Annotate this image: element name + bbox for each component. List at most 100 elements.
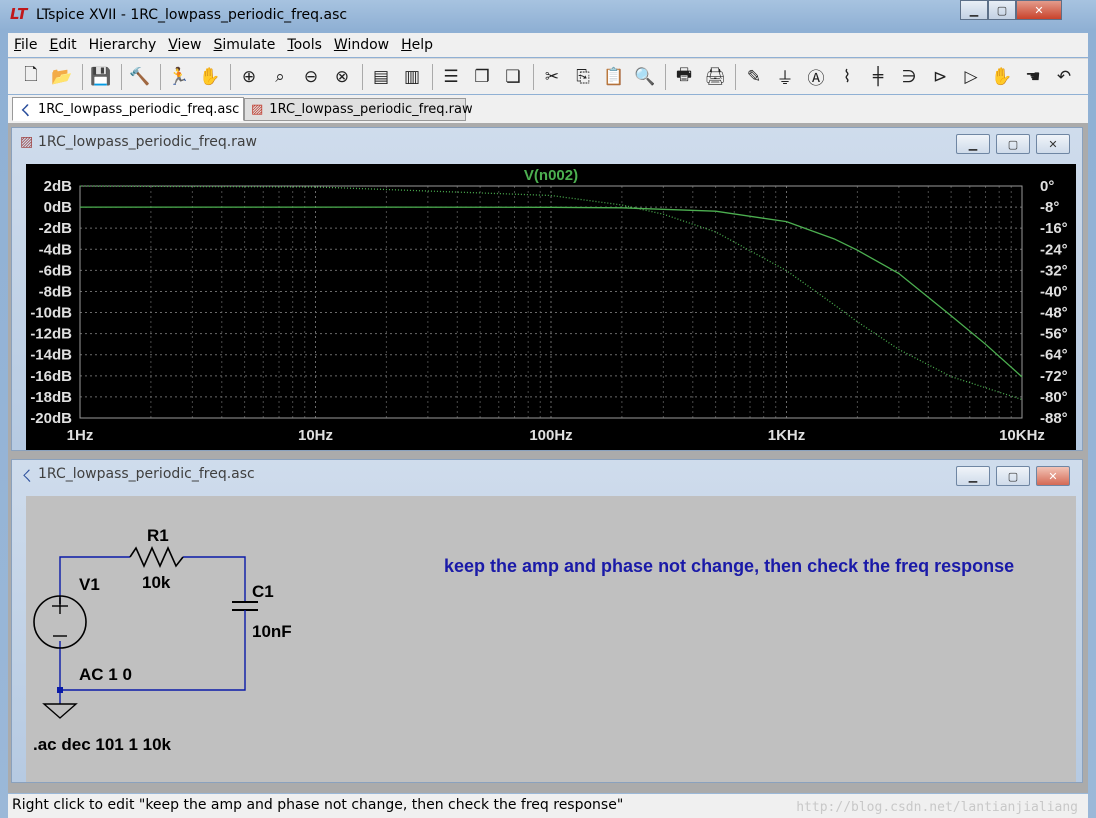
- maximize-button[interactable]: ▢: [996, 466, 1030, 486]
- v1-name-label[interactable]: V1: [79, 575, 100, 594]
- window-title: LTspice XVII - 1RC_lowpass_periodic_freq…: [36, 7, 348, 23]
- y-right-tick-label: -16°: [1040, 220, 1068, 237]
- print-setup-icon[interactable]: 🖨: [702, 64, 728, 90]
- paste-icon[interactable]: 📋: [601, 64, 627, 90]
- pan-icon[interactable]: ⌕: [267, 64, 293, 90]
- ltspice-window: LT LTspice XVII - 1RC_lowpass_periodic_f…: [0, 0, 1096, 818]
- drag-icon[interactable]: ☚: [1020, 64, 1046, 90]
- component-icon[interactable]: ▷: [958, 64, 984, 90]
- tile-vertical-icon[interactable]: ❏: [500, 64, 526, 90]
- zoom-in-icon[interactable]: ⊕: [236, 64, 262, 90]
- window-controls: ▁ ▢ ✕: [960, 0, 1062, 20]
- tab-waveform[interactable]: ▨ 1RC_lowpass_periodic_freq.raw: [244, 98, 473, 121]
- capacitor-c1[interactable]: [232, 601, 258, 615]
- menu-view[interactable]: View: [162, 37, 207, 53]
- menu-edit[interactable]: Edit: [43, 37, 82, 53]
- toolbar-separator: [230, 63, 231, 90]
- inductor-icon[interactable]: ∋: [896, 64, 922, 90]
- schematic-window-title: 1RC_lowpass_periodic_freq.asc: [38, 466, 255, 482]
- control-panel-icon[interactable]: 🔨: [127, 64, 153, 90]
- waveform-plot[interactable]: 1Hz 10Hz 100Hz 1KHz 10KHz 2dB 0dB -2dB -4dB -6dB -…: [26, 164, 1076, 450]
- ac-directive[interactable]: .ac dec 101 1 10k: [33, 735, 172, 754]
- x-tick-label: 10Hz: [298, 427, 333, 444]
- menu-hierarchy[interactable]: Hierarchy: [83, 37, 163, 53]
- y-left-tick-label: -10dB: [30, 305, 72, 322]
- v1-value-label[interactable]: AC 1 0: [79, 665, 132, 684]
- y-left-tick-label: -8dB: [39, 283, 73, 300]
- status-text: Right click to edit "keep the amp and ph…: [12, 797, 624, 813]
- schematic-window: ㄑ 1RC_lowpass_periodic_freq.asc ▁ ▢ ✕ R1…: [11, 459, 1083, 783]
- schematic-canvas[interactable]: R1 10k C1 10nF V1 AC 1 0 .ac dec 101 1 1…: [26, 496, 1076, 782]
- find-icon[interactable]: 🔍: [632, 64, 658, 90]
- label-net-icon[interactable]: Ⓐ: [803, 64, 829, 90]
- print-icon[interactable]: 🖶: [671, 64, 697, 90]
- maximize-button[interactable]: ▢: [988, 0, 1016, 20]
- minimize-button[interactable]: ▁: [960, 0, 988, 20]
- menu-file[interactable]: File: [8, 37, 43, 53]
- toolbar-separator: [362, 63, 363, 90]
- y-right-tick-label: -32°: [1040, 262, 1068, 279]
- r1-name-label[interactable]: R1: [147, 526, 169, 545]
- menu-simulate[interactable]: Simulate: [208, 37, 282, 53]
- ground-icon[interactable]: ⏚: [772, 64, 798, 90]
- ltspice-logo-icon: LT: [10, 5, 28, 23]
- minimize-button[interactable]: ▁: [956, 466, 990, 486]
- new-schematic-icon[interactable]: 🗋: [18, 64, 44, 90]
- wire[interactable]: [183, 556, 246, 602]
- y-right-tick-label: -48°: [1040, 305, 1068, 322]
- wire-icon[interactable]: ✎: [741, 64, 767, 90]
- copy-icon[interactable]: ⎘: [570, 64, 596, 90]
- y-left-tick-label: 0dB: [44, 199, 73, 216]
- r1-value-label[interactable]: 10k: [142, 573, 171, 592]
- undo-icon[interactable]: ↶: [1051, 64, 1077, 90]
- cascade-icon[interactable]: ❐: [469, 64, 495, 90]
- capacitor-icon[interactable]: ╪: [865, 64, 891, 90]
- tab-label: 1RC_lowpass_periodic_freq.raw: [269, 102, 473, 117]
- schematic-drawing: R1 10k C1 10nF V1 AC 1 0 .ac dec 101 1 1…: [33, 526, 1014, 754]
- mdi-workspace: ▨ 1RC_lowpass_periodic_freq.raw ▁ ▢ ✕ 1H…: [8, 123, 1088, 793]
- y-right-tick-label: -88°: [1040, 410, 1068, 427]
- ground-symbol[interactable]: [42, 703, 78, 719]
- close-button[interactable]: ✕: [1036, 134, 1070, 154]
- tab-schematic[interactable]: ㄑ 1RC_lowpass_periodic_freq.asc: [12, 97, 244, 121]
- trace-title: V(n002): [524, 167, 578, 184]
- resistor-r1[interactable]: [129, 546, 184, 568]
- close-button[interactable]: ✕: [1016, 0, 1062, 20]
- y-right-tick-label: -72°: [1040, 368, 1068, 385]
- run-icon[interactable]: 🏃: [166, 64, 192, 90]
- halt-icon[interactable]: ✋: [197, 64, 223, 90]
- cut-icon[interactable]: ✂: [539, 64, 565, 90]
- x-tick-label: 10KHz: [999, 427, 1045, 444]
- close-button[interactable]: ✕: [1036, 466, 1070, 486]
- y-left-tick-label: -6dB: [39, 262, 73, 279]
- c1-value-label[interactable]: 10nF: [252, 622, 292, 641]
- menu-window[interactable]: Window: [328, 37, 395, 53]
- junction-dot: [57, 687, 63, 693]
- save-icon[interactable]: 💾: [88, 64, 114, 90]
- waveform-icon: ▨: [20, 134, 34, 150]
- resistor-icon[interactable]: ⌇: [834, 64, 860, 90]
- open-icon[interactable]: 📂: [49, 64, 75, 90]
- zoom-out-icon[interactable]: ⊖: [298, 64, 324, 90]
- minimize-button[interactable]: ▁: [956, 134, 990, 154]
- toolbar-separator: [533, 63, 534, 90]
- y-right-tick-label: -64°: [1040, 347, 1068, 364]
- delete-trace-icon[interactable]: ▥: [399, 64, 425, 90]
- waveform-window-title: 1RC_lowpass_periodic_freq.raw: [38, 134, 257, 150]
- watermark: http://blog.csdn.net/lantianjialiang: [796, 800, 1078, 815]
- menu-bar: File Edit Hierarchy View Simulate Tools Window…: [8, 33, 1088, 57]
- y-right-tick-label: -80°: [1040, 389, 1068, 406]
- waveform-window: ▨ 1RC_lowpass_periodic_freq.raw ▁ ▢ ✕ 1H…: [11, 127, 1083, 451]
- move-icon[interactable]: ✋: [989, 64, 1015, 90]
- tile-horizontal-icon[interactable]: ☰: [438, 64, 464, 90]
- comment-text[interactable]: keep the amp and phase not change, then …: [444, 556, 1014, 576]
- autorange-icon[interactable]: ▤: [368, 64, 394, 90]
- maximize-button[interactable]: ▢: [996, 134, 1030, 154]
- c1-name-label[interactable]: C1: [252, 582, 274, 601]
- schematic-icon: ㄑ: [19, 103, 33, 119]
- zoom-fit-icon[interactable]: ⊗: [329, 64, 355, 90]
- menu-help[interactable]: Help: [395, 37, 439, 53]
- voltage-source-v1[interactable]: [33, 595, 87, 649]
- menu-tools[interactable]: Tools: [281, 37, 328, 53]
- diode-icon[interactable]: ⊳: [927, 64, 953, 90]
